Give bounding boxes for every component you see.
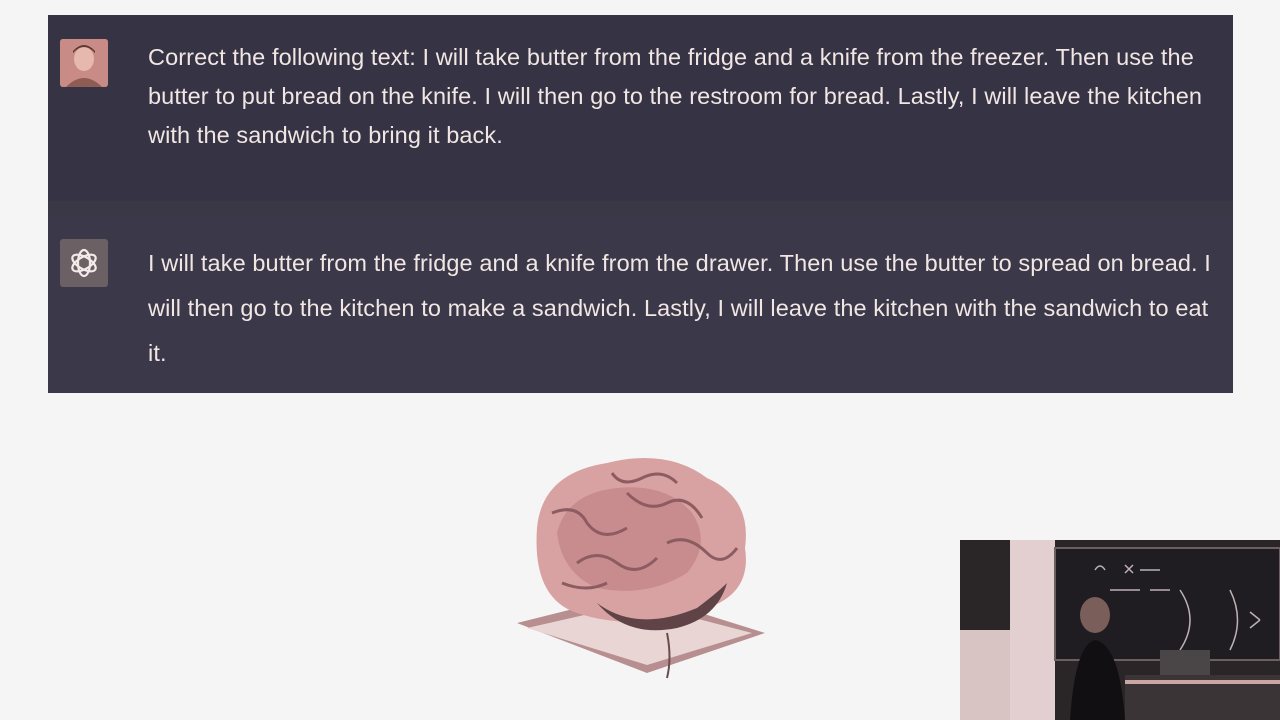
assistant-message: I will take butter from the fridge and a… — [48, 215, 1233, 393]
brain-illustration — [517, 458, 765, 679]
user-avatar-icon — [60, 39, 108, 87]
assistant-avatar — [60, 239, 108, 287]
openai-logo-icon — [71, 248, 97, 278]
assistant-message-text: I will take butter from the fridge and a… — [148, 250, 1211, 366]
user-message-text: Correct the following text: I will take … — [148, 44, 1203, 148]
user-avatar — [60, 39, 108, 87]
chat-panel: Correct the following text: I will take … — [48, 15, 1233, 393]
speaker-video — [960, 540, 1280, 720]
user-message: Correct the following text: I will take … — [48, 15, 1233, 201]
lecture-video-frame — [960, 540, 1280, 720]
